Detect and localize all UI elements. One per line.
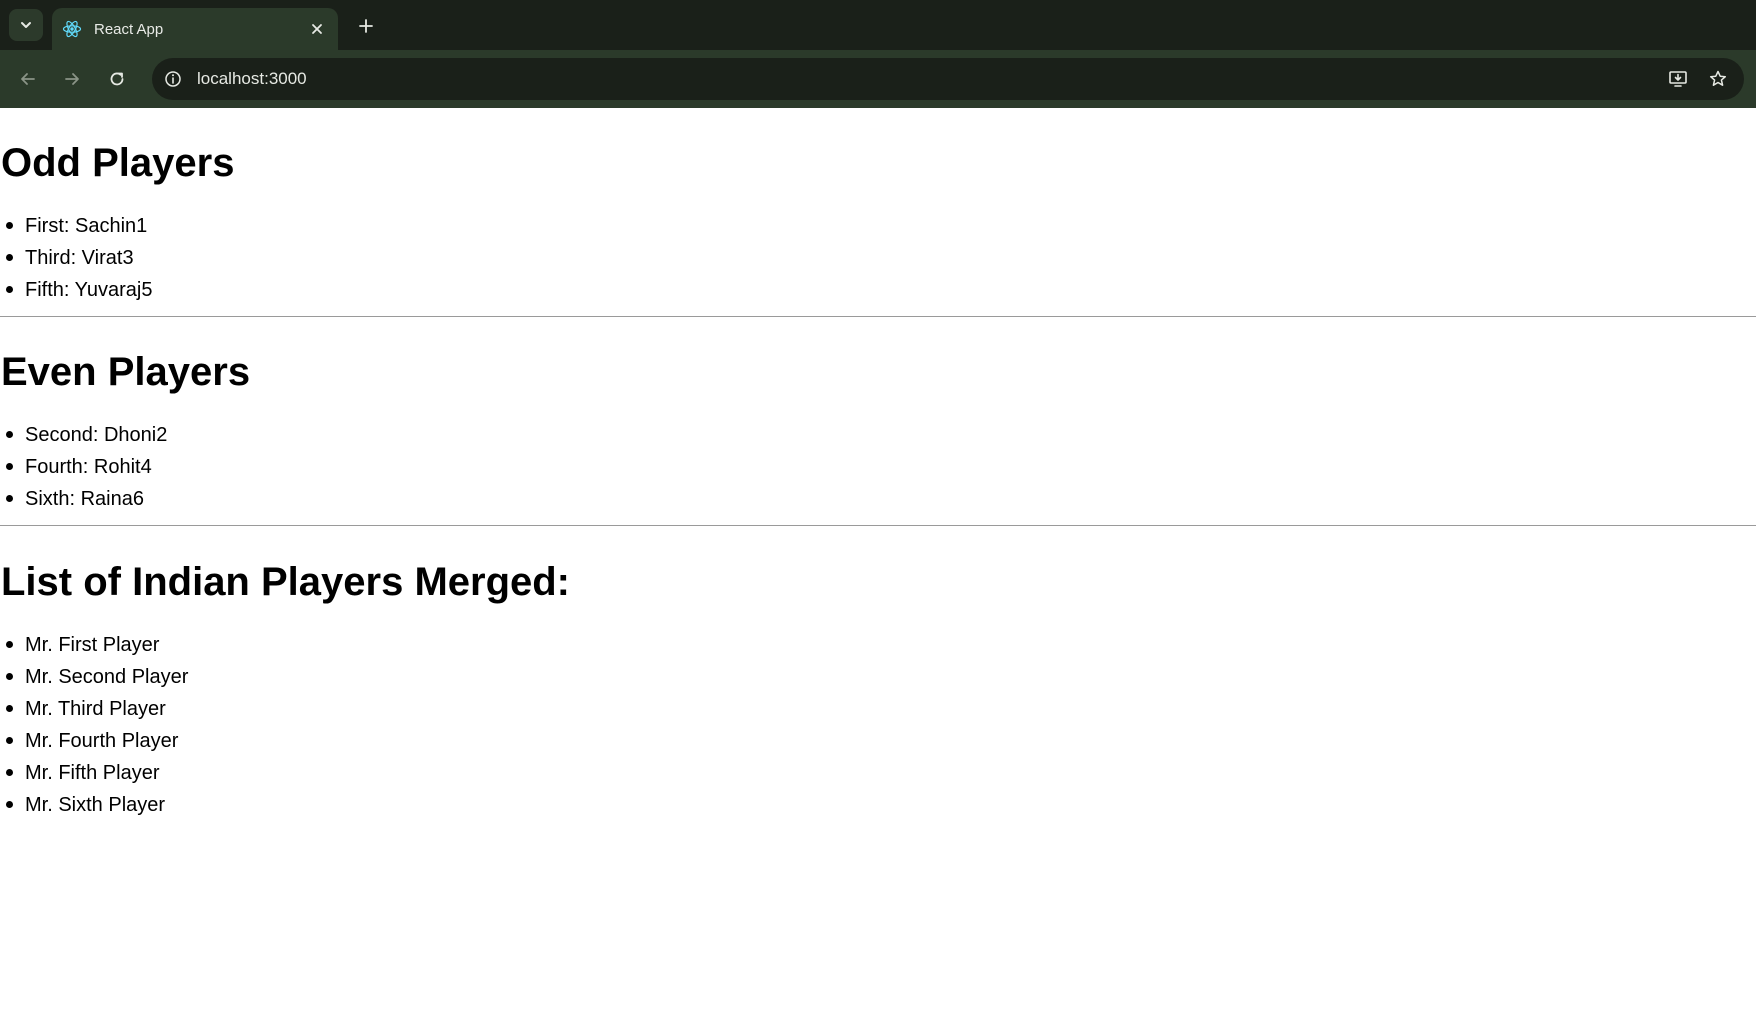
even-players-section: Even Players Second: Dhoni2 Fourth: Rohi… bbox=[0, 348, 250, 515]
list-item: Mr. Third Player bbox=[5, 693, 570, 725]
even-players-heading: Even Players bbox=[1, 350, 251, 394]
odd-players-list: First: Sachin1 Third: Virat3 Fifth: Yuva… bbox=[0, 210, 234, 306]
browser-toolbar: localhost:3000 bbox=[0, 50, 1756, 108]
list-item: Mr. Sixth Player bbox=[5, 789, 570, 821]
list-item: Mr. First Player bbox=[5, 629, 570, 661]
tab-search-button[interactable] bbox=[9, 9, 43, 41]
horizontal-rule bbox=[0, 316, 1756, 317]
reload-icon bbox=[110, 72, 124, 86]
merged-players-heading: List of Indian Players Merged: bbox=[1, 560, 571, 604]
address-bar[interactable]: localhost:3000 bbox=[152, 58, 1744, 100]
chevron-down-icon bbox=[21, 22, 31, 28]
forward-button[interactable] bbox=[57, 64, 87, 94]
merged-players-section: List of Indian Players Merged: Mr. First… bbox=[0, 558, 570, 821]
star-icon[interactable] bbox=[1704, 65, 1732, 93]
info-icon[interactable] bbox=[162, 68, 184, 90]
list-item: Mr. Fourth Player bbox=[5, 725, 570, 757]
close-icon[interactable] bbox=[306, 18, 328, 40]
tab-title: React App bbox=[94, 20, 164, 38]
list-item: Mr. Second Player bbox=[5, 661, 570, 693]
list-item: Fifth: Yuvaraj5 bbox=[5, 274, 234, 306]
back-button[interactable] bbox=[13, 64, 43, 94]
plus-icon bbox=[359, 19, 373, 33]
new-tab-button[interactable] bbox=[352, 12, 380, 40]
horizontal-rule bbox=[0, 525, 1756, 526]
list-item: Sixth: Raina6 bbox=[5, 483, 250, 515]
browser-chrome: React App localhost:3000 bbox=[0, 0, 1756, 108]
browser-tab[interactable]: React App bbox=[52, 8, 338, 50]
list-item: Second: Dhoni2 bbox=[5, 419, 250, 451]
list-item: Third: Virat3 bbox=[5, 242, 234, 274]
list-item: First: Sachin1 bbox=[5, 210, 234, 242]
page-content: Odd Players First: Sachin1 Third: Virat3… bbox=[0, 108, 1756, 1018]
odd-players-section: Odd Players First: Sachin1 Third: Virat3… bbox=[0, 139, 234, 306]
list-item: Mr. Fifth Player bbox=[5, 757, 570, 789]
list-item: Fourth: Rohit4 bbox=[5, 451, 250, 483]
merged-players-list: Mr. First Player Mr. Second Player Mr. T… bbox=[0, 629, 570, 821]
install-app-icon[interactable] bbox=[1664, 65, 1692, 93]
arrow-right-icon bbox=[65, 73, 79, 85]
tab-strip: React App bbox=[0, 0, 1756, 50]
reload-button[interactable] bbox=[102, 64, 132, 94]
react-logo-icon bbox=[62, 19, 82, 39]
url-text[interactable]: localhost:3000 bbox=[197, 69, 1664, 89]
odd-players-heading: Odd Players bbox=[1, 141, 235, 185]
arrow-left-icon bbox=[21, 73, 35, 85]
even-players-list: Second: Dhoni2 Fourth: Rohit4 Sixth: Rai… bbox=[0, 419, 250, 515]
